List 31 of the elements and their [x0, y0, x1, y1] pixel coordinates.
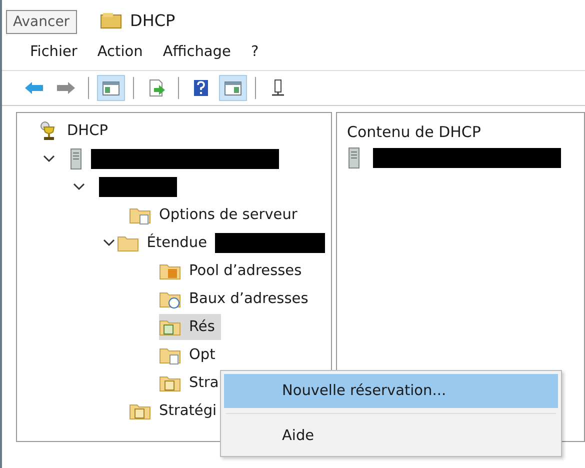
tree-item[interactable]: DHCP	[39, 118, 114, 144]
chevron-icon[interactable]	[43, 155, 55, 163]
window-panel-icon	[101, 79, 121, 97]
tree-item[interactable]: Baux d’adresses	[159, 286, 314, 312]
server-icon	[347, 147, 361, 169]
right-arrow-icon	[56, 79, 76, 97]
tree-item[interactable]: Options de serveur	[129, 202, 304, 228]
tree-item[interactable]: Étendue	[116, 230, 331, 256]
window-title: DHCP	[130, 11, 176, 30]
menu-item[interactable]: Affichage	[162, 44, 231, 70]
tree-item[interactable]: Stra	[159, 370, 225, 396]
menu-item[interactable]: Action	[97, 44, 143, 70]
window-panel-icon	[223, 79, 243, 97]
menu-item[interactable]: Nouvelle réservation...	[224, 374, 558, 408]
chevron-icon[interactable]	[103, 239, 115, 247]
server-icon	[69, 148, 83, 170]
tree-button[interactable]	[97, 75, 125, 101]
left-arrow-icon	[24, 79, 44, 97]
console-icon	[100, 12, 122, 30]
tree-item[interactable]: Stratégi	[129, 398, 223, 424]
help-icon	[191, 79, 211, 97]
content-title: Contenu de DHCP	[347, 123, 482, 141]
menu-item[interactable]: ?	[250, 44, 259, 70]
chevron-icon[interactable]	[73, 183, 85, 191]
tree-item[interactable]: Pool d’adresses	[159, 258, 308, 284]
menu-item[interactable]: Aide	[224, 419, 558, 453]
tooltip: Avancer	[6, 10, 77, 34]
actionpane-button[interactable]	[219, 75, 247, 101]
tree-item[interactable]: Rés	[159, 314, 221, 340]
tree-item[interactable]: Opt	[159, 342, 222, 368]
menu-item[interactable]: Fichier	[30, 44, 78, 70]
